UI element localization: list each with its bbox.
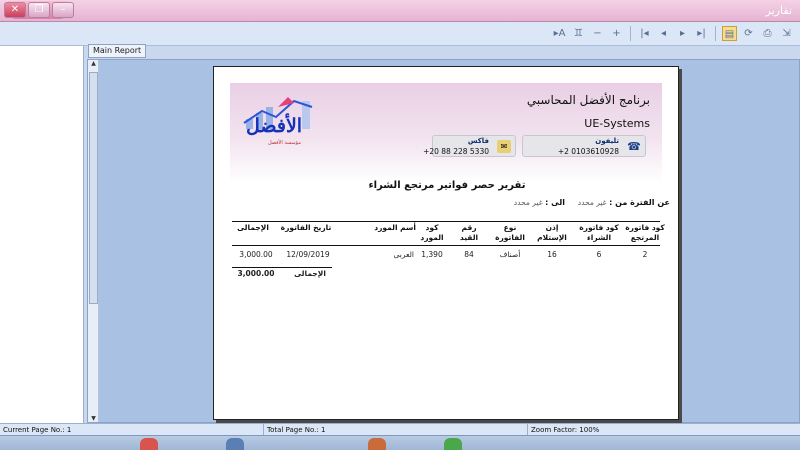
report-title: تقرير حصر فواتير مرتجع الشراء bbox=[368, 180, 526, 191]
first-page-icon[interactable]: |◂ bbox=[637, 26, 652, 41]
table-header-rule bbox=[232, 245, 660, 246]
col-header-invoice-type: نوع الفاتورة bbox=[495, 223, 525, 242]
group-tree-pane[interactable] bbox=[0, 46, 84, 423]
export-icon[interactable]: ⇲ bbox=[779, 26, 794, 41]
minimize-button[interactable]: – bbox=[52, 2, 74, 18]
print-icon[interactable]: ⎙ bbox=[760, 26, 775, 41]
vertical-scrollbar[interactable]: ▲ ▼ bbox=[88, 60, 99, 422]
refresh-icon[interactable]: ⟳ bbox=[741, 26, 756, 41]
zoom-in-icon[interactable]: + bbox=[609, 26, 624, 41]
last-page-icon[interactable]: ▸| bbox=[694, 26, 709, 41]
period-to: الى : غير محدد bbox=[514, 198, 565, 207]
taskbar-app-icon[interactable] bbox=[368, 438, 386, 450]
taskbar-app-icon[interactable] bbox=[140, 438, 158, 450]
total-rule bbox=[232, 267, 332, 268]
next-page-icon[interactable]: ▸ bbox=[675, 26, 690, 41]
tab-main-report[interactable]: Main Report bbox=[88, 44, 147, 58]
cell-return-code: 2 bbox=[642, 250, 648, 259]
logo-subtext: مؤسسة الأفضل bbox=[268, 140, 301, 146]
taskbar bbox=[0, 435, 800, 450]
company-english-name: UE-Systems bbox=[584, 117, 650, 130]
scroll-up-icon[interactable]: ▲ bbox=[88, 60, 99, 67]
phone-box: تليفون +2 0103610928 ☎ bbox=[522, 135, 646, 157]
fax-value: +20 88 228 5330 bbox=[423, 147, 489, 156]
period-from-label: عن الفترة من : bbox=[609, 198, 670, 207]
cell-supplier-code: 1,390 bbox=[421, 250, 443, 259]
logo-text: الأفضل bbox=[246, 115, 303, 137]
goto-icon[interactable]: ▸A bbox=[552, 26, 567, 41]
cell-invoice-date: 12/09/2019 bbox=[286, 250, 330, 259]
taskbar-app-icon[interactable] bbox=[226, 438, 244, 450]
grand-total-value: 3,000.00 bbox=[237, 269, 275, 278]
col-header-purchase-code: كود فاتورة الشراء bbox=[579, 223, 619, 242]
toolbar-separator bbox=[630, 26, 631, 41]
fax-label: فاكس bbox=[467, 137, 489, 145]
report-header: برنامج الأفضل المحاسبي UE-Systems تليفون… bbox=[230, 83, 662, 183]
toolbar-tools: ▸A ♊ − + |◂ ◂ ▸ ▸| ▤ ⟳ ⎙ ⇲ bbox=[552, 26, 794, 41]
cell-receipt: 16 bbox=[547, 250, 557, 259]
fax-icon: ✉ bbox=[497, 140, 511, 153]
col-header-invoice-date: تاريخ الفاتورة bbox=[280, 223, 332, 232]
prev-page-icon[interactable]: ◂ bbox=[656, 26, 671, 41]
telephone-icon: ☎ bbox=[627, 140, 641, 153]
window-title: تقارير bbox=[765, 4, 792, 17]
company-logo: الأفضل مؤسسة الأفضل bbox=[242, 93, 328, 157]
phone-label: تليفون bbox=[595, 137, 619, 145]
scroll-down-icon[interactable]: ▼ bbox=[88, 415, 99, 422]
cell-total: 3,000.00 bbox=[239, 250, 273, 259]
tree-toggle-icon[interactable]: ▤ bbox=[722, 26, 737, 41]
toolbar-separator bbox=[715, 26, 716, 41]
col-header-supplier-name: أسم المورد bbox=[374, 223, 416, 232]
col-header-entry-no: رقم القيد bbox=[459, 223, 479, 242]
period-to-label: الى : bbox=[545, 198, 565, 207]
close-button[interactable]: ✕ bbox=[4, 2, 26, 18]
report-page: برنامج الأفضل المحاسبي UE-Systems تليفون… bbox=[213, 66, 679, 420]
scrollbar-thumb[interactable] bbox=[89, 72, 98, 304]
company-name: برنامج الأفضل المحاسبي bbox=[526, 93, 650, 107]
grand-total-label: الإجمالى bbox=[294, 269, 326, 278]
report-toolbar: ▸A ♊ − + |◂ ◂ ▸ ▸| ▤ ⟳ ⎙ ⇲ bbox=[0, 22, 800, 46]
col-header-total: الإجمالى bbox=[237, 223, 269, 232]
fax-box: فاكس +20 88 228 5330 ✉ bbox=[423, 135, 516, 157]
col-header-return-code: كود فاتورة المرتجع bbox=[625, 223, 665, 242]
col-header-supplier-code: كود المورد bbox=[420, 223, 444, 242]
binoculars-icon[interactable]: ♊ bbox=[571, 26, 586, 41]
restore-button[interactable]: ❐ bbox=[28, 2, 50, 18]
period-from-value: غير محدد bbox=[577, 198, 607, 207]
cell-entry-no: 84 bbox=[464, 250, 474, 259]
status-bar: Current Page No.: 1 Total Page No.: 1 Zo… bbox=[0, 423, 800, 436]
zoom-out-icon[interactable]: − bbox=[590, 26, 605, 41]
period-from: عن الفترة من : غير محدد bbox=[578, 198, 670, 207]
period-to-value: غير محدد bbox=[513, 198, 543, 207]
window-buttons: ✕ ❐ – bbox=[4, 2, 74, 18]
taskbar-app-icon[interactable] bbox=[444, 438, 462, 450]
table-top-rule bbox=[232, 221, 660, 222]
phone-value: +2 0103610928 bbox=[557, 147, 619, 156]
title-bar: ✕ ❐ – تقارير bbox=[0, 0, 800, 22]
col-header-receipt: إذن الإستلام bbox=[537, 223, 567, 242]
cell-supplier-name: العربى bbox=[393, 250, 414, 259]
cell-purchase-code: 6 bbox=[596, 250, 602, 259]
cell-invoice-type: أصناف bbox=[499, 250, 521, 259]
